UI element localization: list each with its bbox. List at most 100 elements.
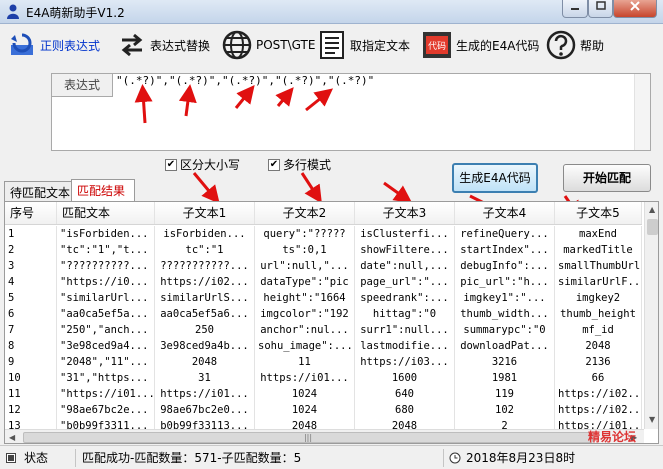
table-cell: 7	[5, 322, 57, 338]
multiline-checkbox[interactable]: ✔ 多行模式	[268, 156, 331, 173]
table-cell: https://i01...	[255, 370, 355, 386]
table-cell: sohu_image":...	[255, 338, 355, 354]
table-cell: page_url":"...	[355, 274, 455, 290]
table-cell: 640	[355, 386, 455, 402]
column-header[interactable]: 子文本2	[255, 202, 355, 224]
status-bar: 状态 匹配成功-匹配数量：571-子匹配数量：5 2018年8月23日8时	[0, 445, 663, 469]
table-cell: tc":"1	[155, 242, 255, 258]
table-row[interactable]: 6 "aa0ca5ef5a... aa0ca5ef5a6... imgcolor":"…	[5, 306, 642, 322]
table-row[interactable]: 12 "98ae67bc2e... 98ae67bc2e0... 1024 680 102…	[5, 402, 642, 418]
table-cell: 11	[5, 386, 57, 402]
table-cell: "3e98ced9a4...	[57, 338, 155, 354]
table-cell: 680	[355, 402, 455, 418]
table-cell: "31","https...	[57, 370, 155, 386]
table-cell: height":"1664	[255, 290, 355, 306]
status-divider	[443, 449, 444, 467]
table-row[interactable]: 5 "similarUrl... similarUrlS... height":"16…	[5, 290, 642, 306]
table-cell: 6	[5, 306, 57, 322]
results-table: 序号 匹配文本 子文本1 子文本2 子文本3 子文本4 子文本5 1 "isFor…	[4, 201, 659, 444]
scroll-left-icon[interactable]: ◀	[9, 433, 15, 442]
table-cell: imgcolor":"192	[255, 306, 355, 322]
table-row[interactable]: 8 "3e98ced9a4... 3e98ced9a4b... sohu_image"…	[5, 338, 642, 354]
table-cell: smallThumbUrl	[555, 258, 642, 274]
table-row[interactable]: 11 "https://i01... https://i01... 1024 640 11…	[5, 386, 642, 402]
table-cell: "2048","11"...	[57, 354, 155, 370]
table-row[interactable]: 1 "isForbiden... isForbiden... query":"????…	[5, 226, 642, 242]
column-header[interactable]: 匹配文本	[57, 202, 155, 224]
column-header[interactable]: 子文本1	[155, 202, 255, 224]
table-cell: imgkey1":"...	[455, 290, 555, 306]
table-cell: thumb_height	[555, 306, 642, 322]
scroll-down-icon[interactable]: ▼	[649, 415, 655, 424]
case-sensitive-checkbox[interactable]: ✔ 区分大小写	[165, 156, 240, 173]
table-cell: isClusterfi...	[355, 226, 455, 242]
column-header[interactable]: 子文本3	[355, 202, 455, 224]
table-cell: 9	[5, 354, 57, 370]
table-row[interactable]: 4 "https://i0... https://i02... dataType":"…	[5, 274, 642, 290]
table-cell: 2048	[555, 338, 642, 354]
table-cell: markedTitle	[555, 242, 642, 258]
checkbox-checked-icon: ✔	[165, 158, 177, 171]
table-cell: 3e98ced9a4b...	[155, 338, 255, 354]
table-cell: https://i03...	[355, 354, 455, 370]
generate-code-button[interactable]: 生成E4A代码	[452, 163, 538, 193]
table-cell: imgkey2	[555, 290, 642, 306]
table-cell: 98ae67bc2e0...	[155, 402, 255, 418]
table-cell: 4	[5, 274, 57, 290]
column-header[interactable]: 子文本5	[555, 202, 642, 224]
table-row[interactable]: 7 "250","anch... 250 anchor":nul... surr1":n…	[5, 322, 642, 338]
table-cell: 3	[5, 258, 57, 274]
status-label: 状态	[24, 451, 49, 465]
tab-match-results[interactable]: 匹配结果	[71, 179, 135, 201]
table-cell: speedrank":...	[355, 290, 455, 306]
table-cell: summarypc":"0	[455, 322, 555, 338]
table-cell: downloadPat...	[455, 338, 555, 354]
table-cell: 1024	[255, 386, 355, 402]
table-row[interactable]: 2 "tc":"1","t... tc":"1 ts":0,1 showFiltere.…	[5, 242, 642, 258]
table-cell: 1981	[455, 370, 555, 386]
table-cell: https://i02...	[155, 274, 255, 290]
table-cell: 1600	[355, 370, 455, 386]
table-cell: 31	[155, 370, 255, 386]
table-cell: dataType":"pic	[255, 274, 355, 290]
horizontal-scrollbar[interactable]: ◀ ||| ▶	[5, 429, 644, 443]
table-header: 序号 匹配文本 子文本1 子文本2 子文本3 子文本4 子文本5	[5, 202, 642, 225]
status-message: 匹配成功-匹配数量：571-子匹配数量：5	[82, 451, 302, 465]
status-datetime: 2018年8月23日8时	[466, 451, 576, 465]
status-indicator-icon	[6, 453, 16, 463]
table-cell: 1	[5, 226, 57, 242]
table-cell: date":null,...	[355, 258, 455, 274]
table-cell: surr1":null...	[355, 322, 455, 338]
tab-pending-text[interactable]: 待匹配文本	[4, 181, 72, 201]
start-match-button[interactable]: 开始匹配	[563, 164, 651, 192]
table-cell: https://i01...	[155, 386, 255, 402]
table-cell: lastmodifie...	[355, 338, 455, 354]
table-cell: startIndex"...	[455, 242, 555, 258]
table-row[interactable]: 3 "??????????...???????????... url":null,"…	[5, 258, 642, 274]
table-cell: 2	[5, 242, 57, 258]
table-cell: hittag":"0	[355, 306, 455, 322]
column-header[interactable]: 序号	[5, 202, 57, 224]
table-cell: 2136	[555, 354, 642, 370]
table-row[interactable]: 10 "31","https... 31 https://i01... 1600 1981…	[5, 370, 642, 386]
column-header[interactable]: 子文本4	[455, 202, 555, 224]
table-cell: 12	[5, 402, 57, 418]
horizontal-scroll-thumb[interactable]: |||	[23, 432, 593, 443]
table-cell: refineQuery...	[455, 226, 555, 242]
table-cell: 119	[455, 386, 555, 402]
table-cell: "98ae67bc2e...	[57, 402, 155, 418]
table-row[interactable]: 9 "2048","11"... 2048 11 https://i03... 3216 2…	[5, 354, 642, 370]
table-cell: thumb_width...	[455, 306, 555, 322]
table-cell: similarUrlF...	[555, 274, 642, 290]
watermark-text: 精易论坛	[588, 430, 637, 444]
table-cell: 250	[155, 322, 255, 338]
table-cell: similarUrlS...	[155, 290, 255, 306]
table-cell: "similarUrl...	[57, 290, 155, 306]
vertical-scrollbar[interactable]: ▲ ▼	[644, 202, 658, 429]
table-cell: debugInfo":...	[455, 258, 555, 274]
status-divider	[75, 449, 76, 467]
vertical-scroll-thumb[interactable]	[647, 219, 658, 235]
table-cell: 1024	[255, 402, 355, 418]
scroll-up-icon[interactable]: ▲	[649, 205, 655, 214]
table-cell: maxEnd	[555, 226, 642, 242]
